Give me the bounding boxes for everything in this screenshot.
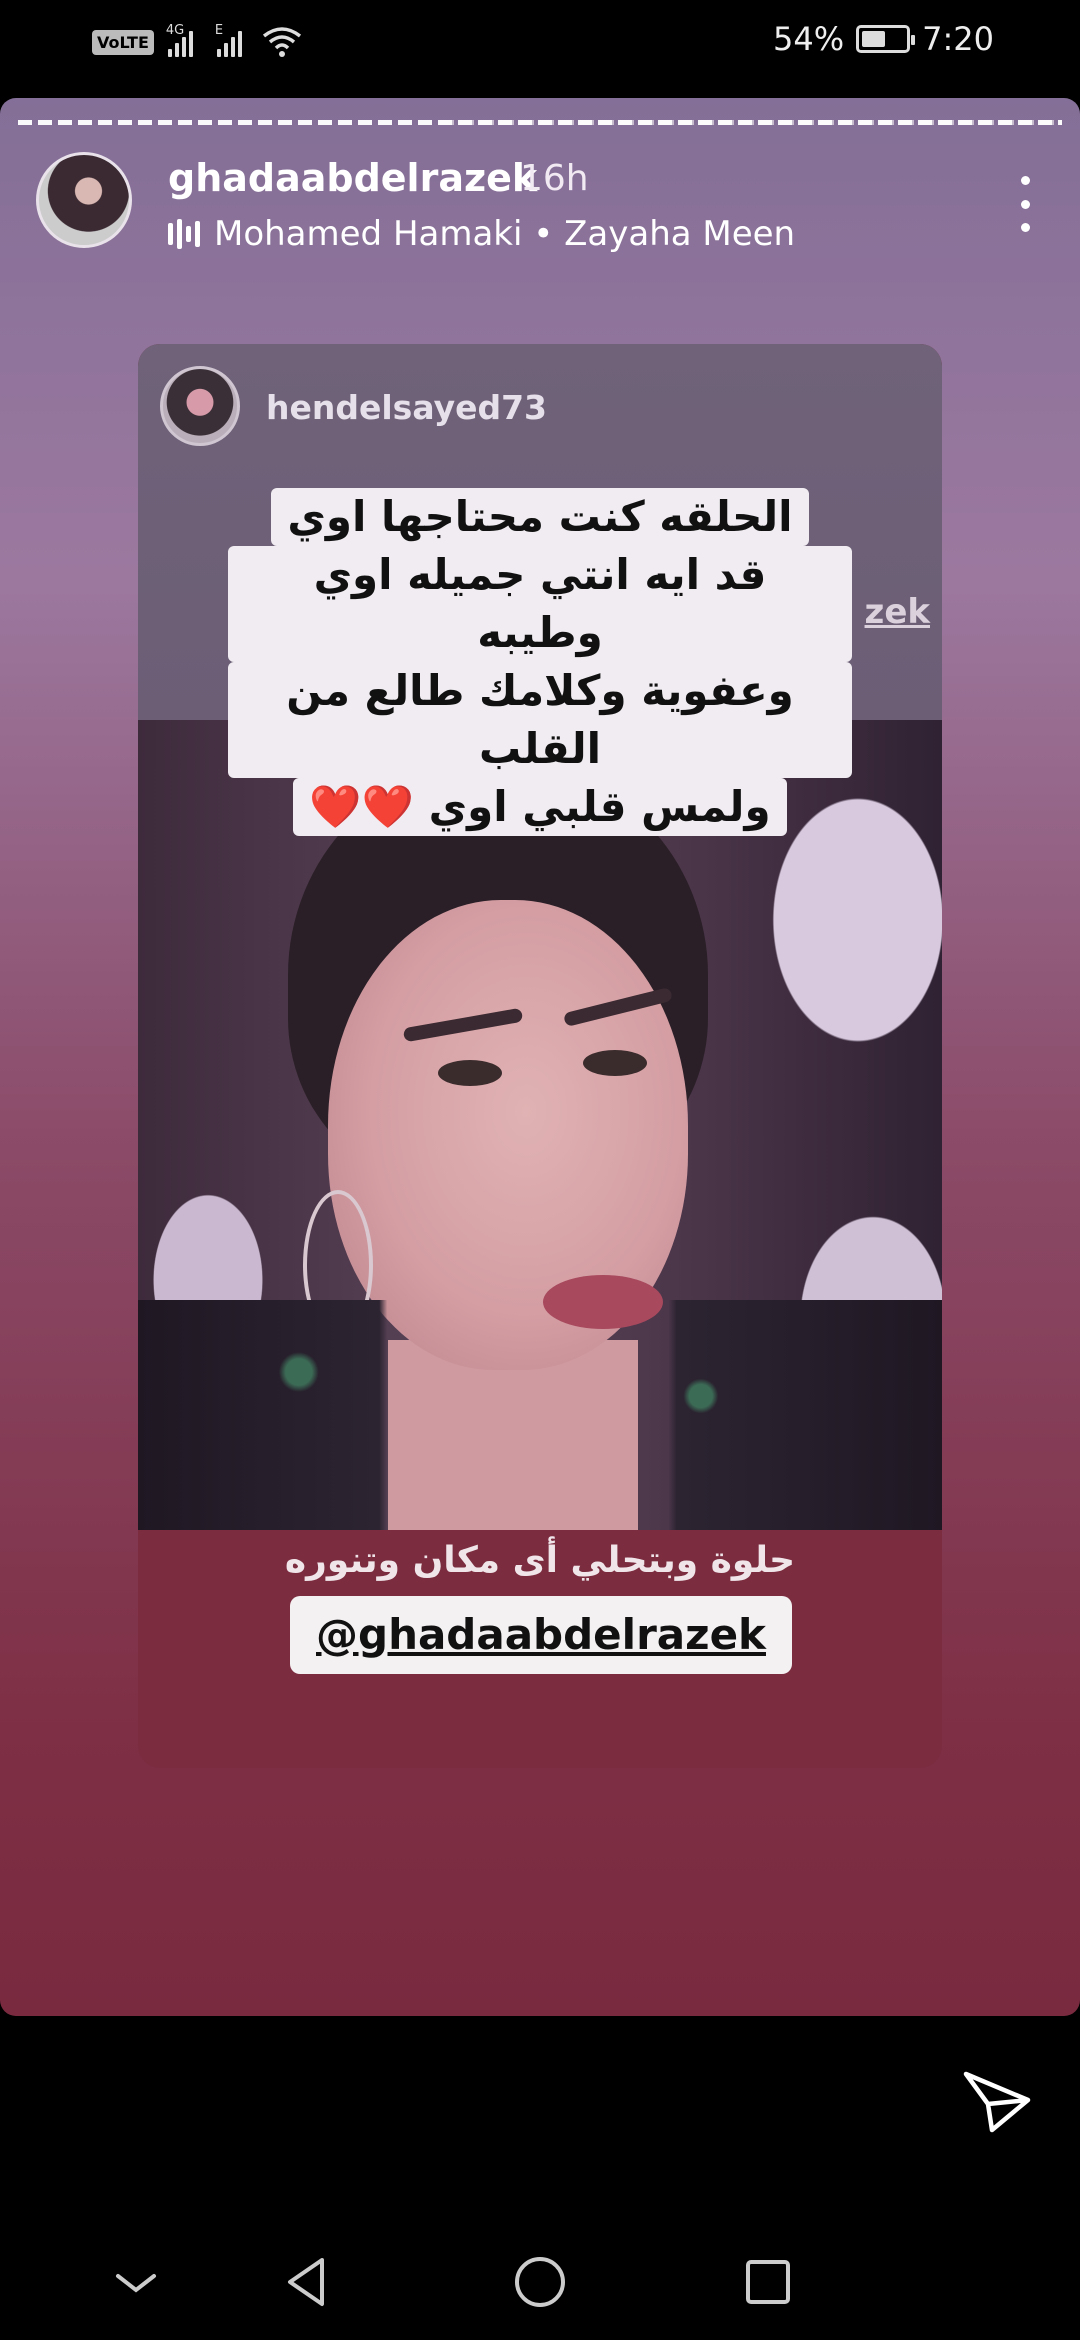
battery-percent: 54% <box>773 20 845 58</box>
music-sticker[interactable]: Mohamed Hamaki • Zayaha Meen <box>168 214 795 254</box>
signal-bar <box>167 49 172 57</box>
signal-2-icon: E <box>215 23 242 57</box>
avatar[interactable] <box>36 152 132 248</box>
signal-bar <box>237 31 242 57</box>
system-nav-bar <box>0 2220 1080 2340</box>
signal-bar <box>181 37 186 57</box>
partial-mention: zek <box>864 592 930 632</box>
signal-1-icon: 4G <box>166 23 193 57</box>
quote-line: قد ايه انتي جميله اوي وطيبه <box>228 546 852 662</box>
music-label: Mohamed Hamaki • Zayaha Meen <box>214 214 796 254</box>
volte-badge: VoLTE <box>92 29 154 55</box>
quote-line: الحلقه كنت محتاجها اوي <box>271 488 809 546</box>
network-type-2: E <box>214 23 224 38</box>
signal-bar <box>216 49 221 57</box>
reposted-story[interactable]: hendelsayed73 zek الحلقه كنت محتاجها اوي… <box>138 344 942 1768</box>
nav-back-icon[interactable] <box>280 2254 336 2310</box>
battery-fill <box>862 31 886 47</box>
status-bar: VoLTE 4G E 54% 7:20 <box>0 0 1080 86</box>
quote-line: وعفوية وكلامك طالع من القلب <box>228 662 852 778</box>
story-photo <box>138 720 942 1530</box>
wifi-icon <box>262 27 301 57</box>
signal-bar <box>174 43 179 57</box>
nav-home-icon[interactable] <box>512 2254 568 2310</box>
signal-bar <box>223 43 228 57</box>
quote-text-sticker: الحلقه كنت محتاجها اوي قد ايه انتي جميله… <box>228 488 852 836</box>
nav-recents-icon[interactable] <box>740 2254 796 2310</box>
network-type-1: 4G <box>165 23 185 38</box>
repost-username[interactable]: hendelsayed73 <box>266 388 547 427</box>
status-right: 54% 7:20 <box>773 20 994 58</box>
screen: VoLTE 4G E 54% 7:20 ghadaabdelrazek 16h … <box>0 0 1080 2340</box>
more-options-icon[interactable] <box>1012 176 1038 232</box>
send-icon[interactable] <box>962 2066 1032 2136</box>
music-bars-icon <box>168 219 200 249</box>
repost-avatar[interactable] <box>160 366 240 446</box>
mention-sticker[interactable]: @ghadaabdelrazek <box>290 1596 792 1674</box>
photo-caption: حلوة وبتحلي أى مكان وتنوره <box>284 1540 796 1581</box>
signal-bar <box>188 31 193 57</box>
signal-bar <box>230 37 235 57</box>
story-header: ghadaabdelrazek 16h Mohamed Hamaki • Zay… <box>36 152 1044 262</box>
story-username[interactable]: ghadaabdelrazek <box>168 156 537 200</box>
story-progress-remaining <box>440 120 1062 125</box>
chevron-down-icon[interactable] <box>108 2254 164 2310</box>
status-left: VoLTE 4G E <box>92 23 302 58</box>
story-view[interactable]: ghadaabdelrazek 16h Mohamed Hamaki • Zay… <box>0 98 1080 2016</box>
eye-right <box>583 1050 647 1076</box>
jacket <box>138 1300 942 1530</box>
clock: 7:20 <box>922 20 994 58</box>
battery-icon <box>856 25 916 53</box>
eye-left <box>438 1060 502 1086</box>
quote-line: ولمس قلبي اوي ❤️❤️ <box>293 778 787 836</box>
story-time: 16h <box>520 158 589 199</box>
